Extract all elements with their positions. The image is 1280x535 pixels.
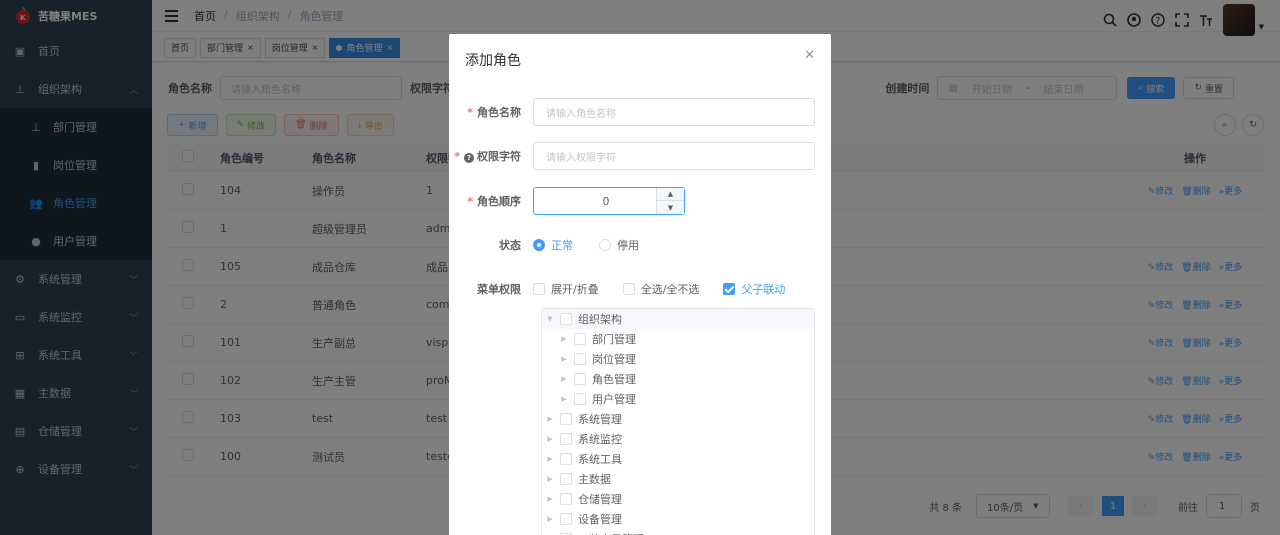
radio-checked-icon [533,239,545,251]
role-order-label-text: 角色顺序 [477,195,521,208]
tree-node[interactable]: ▶ 用户管理 [542,389,814,409]
tree-node-label: 仓储管理 [578,493,622,506]
linkage-label: 父子联动 [741,283,786,296]
tree-checkbox[interactable] [560,473,572,485]
expand-label: 展开/折叠 [551,283,599,296]
status-disabled-label: 停用 [617,239,639,252]
decrease-icon[interactable]: ▼ [657,201,684,214]
tree-node[interactable]: ▶ 系统工具 [542,449,814,469]
caret-down-icon[interactable]: ▼ [544,315,556,323]
role-name-label: * 角色名称 [467,106,521,119]
tree-node-label: 系统监控 [578,433,622,446]
tree-checkbox[interactable] [574,393,586,405]
caret-right-icon[interactable]: ▶ [544,435,556,443]
checkbox-icon [622,283,635,295]
tree-node-label: 岗位管理 [592,353,636,366]
tree-node-label: 系统管理 [578,413,622,426]
caret-right-icon[interactable]: ▶ [544,455,556,463]
role-name-input[interactable]: 请输入角色名称 [533,98,815,126]
perm-key-input[interactable]: 请输入权限字符 [533,142,815,170]
increase-icon[interactable]: ▲ [657,188,684,201]
tree-node[interactable]: ▼ 组织架构 [542,309,814,329]
caret-right-icon[interactable]: ▶ [558,395,570,403]
role-name-row: * 角色名称 请输入角色名称 [449,98,815,126]
caret-right-icon[interactable]: ▶ [544,515,556,523]
tree-checkbox[interactable] [574,353,586,365]
menu-perm-label: 菜单权限 [477,283,521,296]
caret-right-icon[interactable]: ▶ [544,415,556,423]
status-label: 状态 [499,239,521,252]
perm-key-label: *? 权限字符 [454,150,521,163]
checkbox-icon [533,283,545,295]
tree-checkbox[interactable] [560,433,572,445]
add-role-dialog: 添加角色 ✕ * 角色名称 请输入角色名称 *? 权限字符 请输入权限字符 * 角色顺… [449,34,831,535]
caret-right-icon[interactable]: ▶ [544,475,556,483]
menu-tree: ▼ 组织架构 ▶ 部门管理 ▶ 岗位管理 ▶ 角色管理 ▶ 用户管理 ▶ 系统管理 ▶ 系统监控 ▶ 系统工具… [541,308,815,535]
tree-node[interactable]: ▶ 仓储管理 [542,489,814,509]
tree-node[interactable]: ▶工装夹具管理 [542,529,814,535]
tree-node-label: 系统工具 [578,453,622,466]
question-circle-icon[interactable]: ? [464,153,474,163]
radio-icon [599,239,611,251]
perm-key-row: *? 权限字符 请输入权限字符 [449,142,815,170]
status-row: 状态 正常 停用 [449,236,815,254]
tree-checkbox[interactable] [560,313,572,325]
caret-right-icon[interactable]: ▶ [544,495,556,503]
stepper-arrows: ▲ ▼ [656,188,684,214]
tree-node[interactable]: ▶ 设备管理 [542,509,814,529]
role-order-label: * 角色顺序 [467,195,521,208]
tree-checkbox[interactable] [574,373,586,385]
role-name-label-text: 角色名称 [477,106,521,119]
tree-node-label: 设备管理 [578,513,622,526]
caret-right-icon[interactable]: ▶ [558,335,570,343]
tree-node[interactable]: ▶ 岗位管理 [542,349,814,369]
tree-checkbox[interactable] [560,453,572,465]
tree-checkbox[interactable] [560,493,572,505]
tree-node-label: 组织架构 [578,313,622,326]
tree-checkbox[interactable] [560,413,572,425]
caret-right-icon[interactable]: ▶ [558,375,570,383]
tree-node[interactable]: ▶ 主数据 [542,469,814,489]
tree-node[interactable]: ▶ 系统管理 [542,409,814,429]
dialog-title: 添加角色 [465,53,521,69]
linkage-checkbox[interactable]: 父子联动 [723,281,785,297]
tree-node-label: 用户管理 [592,393,636,406]
select-all-label: 全选/全不选 [640,283,700,296]
perm-key-label-text: 权限字符 [477,150,521,163]
tree-checkbox[interactable] [574,333,586,345]
tree-node-label: 工装夹具管理 [578,531,644,535]
close-icon[interactable]: ✕ [804,48,815,63]
tree-node[interactable]: ▶ 系统监控 [542,429,814,449]
status-normal-label: 正常 [551,239,573,252]
tree-node-label: 部门管理 [592,333,636,346]
status-disabled-radio[interactable]: 停用 [599,237,639,253]
status-normal-radio[interactable]: 正常 [533,237,573,253]
caret-right-icon[interactable]: ▶ [558,355,570,363]
checkbox-checked-icon [723,283,736,295]
tree-node-label: 主数据 [578,473,611,486]
role-order-row: * 角色顺序 0 ▲ ▼ [449,187,815,215]
menu-perm-row: 菜单权限 展开/折叠 全选/全不选 父子联动 [449,280,815,298]
role-order-value[interactable]: 0 [603,195,610,208]
tree-node[interactable]: ▶ 部门管理 [542,329,814,349]
select-all-checkbox[interactable]: 全选/全不选 [622,281,700,297]
expand-collapse-checkbox[interactable]: 展开/折叠 [533,281,599,297]
role-order-stepper[interactable]: 0 ▲ ▼ [533,187,685,215]
tree-checkbox[interactable] [560,513,572,525]
tree-node[interactable]: ▶ 角色管理 [542,369,814,389]
tree-node-label: 角色管理 [592,373,636,386]
